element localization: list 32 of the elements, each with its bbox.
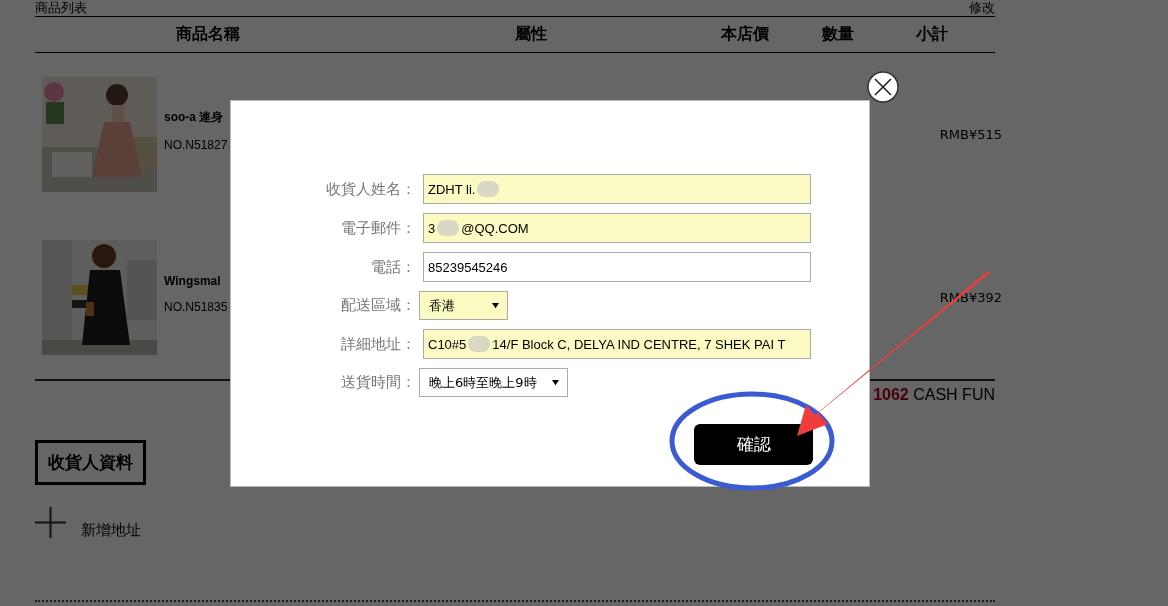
input-field[interactable]: 85239545246 <box>423 252 811 282</box>
close-icon[interactable] <box>867 71 899 103</box>
section-title: 商品列表 <box>35 0 87 16</box>
field-label: 收貨人姓名： <box>325 179 416 199</box>
product-code: NO.N51835 <box>164 299 228 314</box>
confirm-button[interactable]: 確認 <box>694 424 813 465</box>
recipient-heading: 收貨人資料 <box>35 440 146 485</box>
field-label: 電子郵件： <box>340 218 416 238</box>
plus-icon[interactable] <box>35 507 66 538</box>
input-field[interactable]: 3 @QQ.COM <box>423 213 811 243</box>
field-label: 配送區域： <box>340 296 416 315</box>
column-header: 本店價 <box>720 24 770 45</box>
column-header: 數量 <box>821 24 855 45</box>
field-label: 詳細地址： <box>340 334 416 354</box>
column-header: 屬性 <box>514 24 548 45</box>
product-name[interactable]: soo-a 連身 <box>164 109 228 126</box>
caret-icon <box>492 302 499 309</box>
column-header: 小計 <box>914 24 949 45</box>
field-label: 送貨時間： <box>340 373 416 392</box>
caret-icon <box>552 379 559 386</box>
input-field[interactable]: ZDHT li. <box>423 174 811 204</box>
add-address-link[interactable]: 新增地址 <box>81 521 141 540</box>
column-header: 商品名稱 <box>174 24 241 45</box>
subtotal: RMB¥515 <box>939 127 1002 142</box>
order-total: 1062 CASH FUN <box>873 386 995 404</box>
input-field[interactable]: C10#5 14/F Block C, DELYA IND CENTRE, 7 SHEK PAI T <box>423 329 811 359</box>
dropdown[interactable]: 香港 <box>419 291 508 320</box>
product-name[interactable]: Wingsmal <box>164 273 228 288</box>
field-label: 電話： <box>370 257 416 277</box>
product-code: NO.N51827 <box>164 138 228 152</box>
edit-link[interactable]: 修改 <box>969 0 995 16</box>
dropdown[interactable]: 晚上6時至晚上9時 <box>419 368 568 397</box>
